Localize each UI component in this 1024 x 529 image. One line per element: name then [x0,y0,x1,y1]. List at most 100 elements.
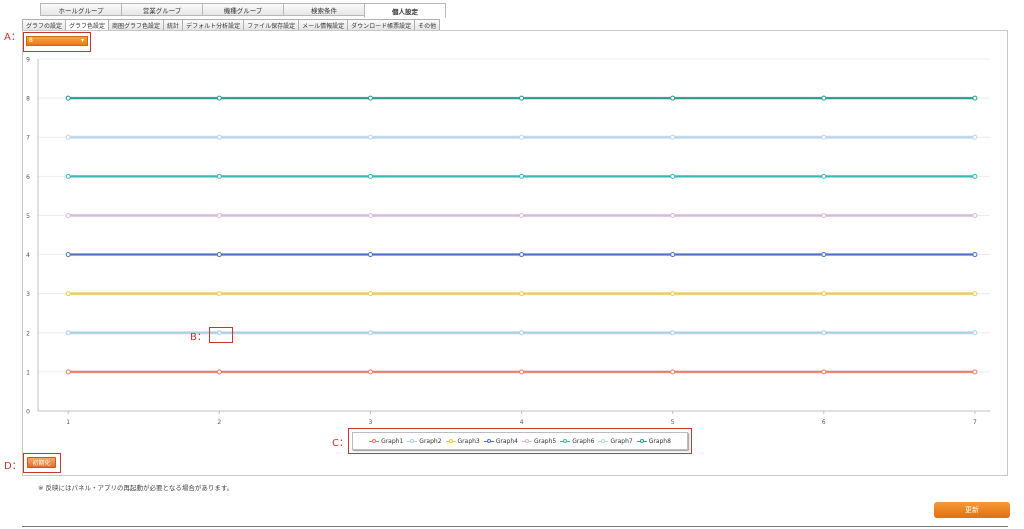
series-point [519,252,525,258]
series-point [670,212,676,218]
series-point [670,173,676,179]
series-point [670,252,676,258]
series-point [65,252,71,258]
y-tick-label: 0 [26,409,30,416]
y-tick-label: 5 [26,213,30,220]
y-tick-label: 7 [26,135,30,142]
series-point [821,134,827,140]
series-point [367,173,373,179]
x-tick-label: 1 [66,419,70,426]
x-tick-label: 7 [973,419,977,426]
legend-marker-icon [560,438,571,444]
series-point [972,173,978,179]
series-point [670,369,676,375]
update-button[interactable]: 更新 [934,502,1010,518]
series-point [65,134,71,140]
series-point [519,291,525,297]
legend-marker-icon [407,438,418,444]
series-point [367,252,373,258]
x-tick-label: 3 [369,419,373,426]
series-point [65,95,71,101]
series-point [972,369,978,375]
series-point [65,369,71,375]
initialize-button[interactable]: 初期化 [27,457,56,468]
series-point [821,252,827,258]
series-point [65,173,71,179]
series-point [972,291,978,297]
restart-note: ※ 反映にはパネル・アプリの再起動が必要となる場合があります。 [38,484,234,492]
legend-label: Graph8 [648,437,671,445]
annotation-box-b [209,327,233,343]
annotation-marker-c: C： [332,438,349,449]
series-point [821,173,827,179]
series-point [367,95,373,101]
x-tick-label: 2 [217,419,221,426]
y-tick-label: 4 [26,252,30,259]
x-tick-label: 4 [520,419,524,426]
series-point [65,330,71,336]
series-point [367,212,373,218]
series-point [216,212,222,218]
y-tick-label: 2 [26,330,30,337]
annotation-marker-d: D： [4,461,22,472]
series-point [519,369,525,375]
legend-item[interactable]: Graph3 [445,437,480,445]
legend-item[interactable]: Graph2 [407,437,442,445]
legend-label: Graph1 [381,437,404,445]
legend-label: Graph5 [534,437,557,445]
legend-item[interactable]: Graph6 [560,438,594,445]
series-point [519,212,525,218]
series-point [972,330,978,336]
series-point [972,95,978,101]
series-point [519,134,525,140]
y-tick-label: 9 [26,57,30,64]
series-point [216,252,222,258]
legend-item[interactable]: Graph4 [483,437,518,445]
legend-label: Graph6 [572,437,595,445]
series-point [670,134,676,140]
legend-item[interactable]: Graph7 [598,437,633,445]
series-point [670,291,676,297]
y-tick-label: 1 [26,369,30,376]
series-point [65,291,71,297]
series-point [216,291,222,297]
series-point [519,95,525,101]
x-tick-label: 5 [671,419,675,426]
series-point [821,291,827,297]
legend-label: Graph4 [495,437,518,445]
series-point [367,330,373,336]
series-point [216,369,222,375]
legend-marker-icon [636,438,647,444]
series-point [670,95,676,101]
series-point [972,134,978,140]
legend-label: Graph2 [419,437,442,445]
series-point [367,291,373,297]
legend-marker-icon [445,438,456,444]
series-point [216,173,222,179]
legend-label: Graph7 [610,437,633,445]
legend-marker-icon [522,438,532,444]
series-point [821,212,827,218]
legend-marker-icon [369,438,380,444]
series-point [972,252,978,258]
series-point [367,369,373,375]
legend-marker-icon [483,438,494,444]
series-point [65,212,71,218]
legend-item[interactable]: Graph8 [636,437,671,445]
y-tick-label: 3 [26,291,30,298]
series-point [821,95,827,101]
legend-label: Graph3 [457,437,480,445]
series-point [972,212,978,218]
legend-item[interactable]: Graph5 [522,438,556,445]
legend-item[interactable]: Graph1 [369,438,403,445]
series-point [821,369,827,375]
chart-legend: Graph1 Graph2 Graph3 Graph4 Graph5 Graph6 Grap… [352,432,688,450]
series-point [216,95,222,101]
series-point [367,134,373,140]
annotation-marker-b: B： [190,332,207,343]
series-point [519,330,525,336]
y-tick-label: 8 [26,96,30,103]
x-tick-label: 6 [822,419,826,426]
bottom-divider [22,526,1008,527]
y-tick-label: 6 [26,174,30,181]
